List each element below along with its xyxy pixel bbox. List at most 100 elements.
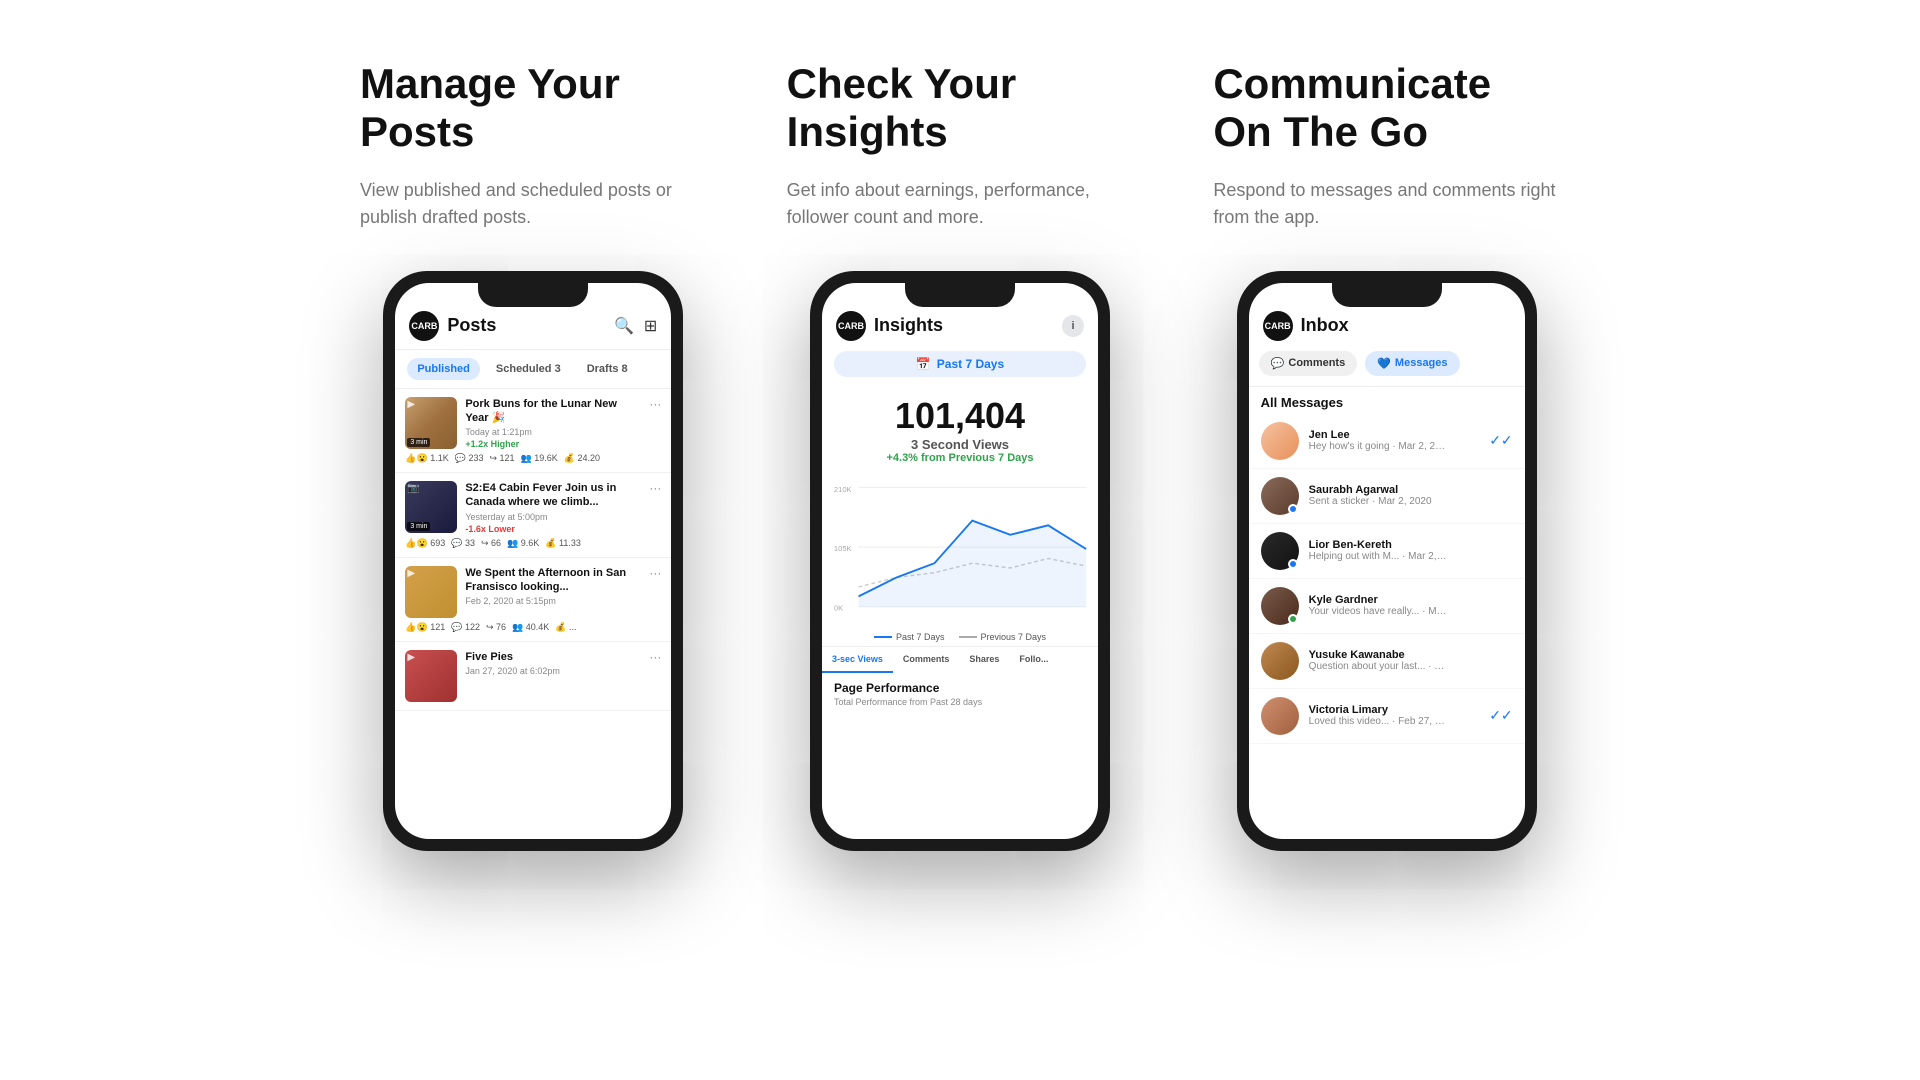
inbox-screen-title: Inbox <box>1301 315 1511 336</box>
post-item-2: 📷 3 min S2:E4 Cabin Fever Join us in Can… <box>395 473 671 558</box>
message-content-6: Victoria Limary Loved this video... · Fe… <box>1309 704 1480 727</box>
post-item-1: ▶ 3 min Pork Buns for the Lunar New Year… <box>395 389 671 474</box>
message-item-2[interactable]: Saurabh Agarwal Sent a sticker · Mar 2, … <box>1249 469 1525 524</box>
date-filter-label: Past 7 Days <box>937 357 1004 371</box>
message-item-5[interactable]: Yusuke Kawanabe Question about your last… <box>1249 634 1525 689</box>
video-icon-2: 📷 <box>407 483 419 494</box>
column-communicate: Communicate On The Go Respond to message… <box>1173 60 1600 851</box>
message-item-3[interactable]: Lior Ben-Kereth Helping out with M... · … <box>1249 524 1525 579</box>
message-content-2: Saurabh Agarwal Sent a sticker · Mar 2, … <box>1309 484 1513 507</box>
posts-tabs: Published Scheduled 3 Drafts 8 <box>395 350 671 389</box>
metric-change: +4.3% from Previous 7 Days <box>822 452 1098 464</box>
post-perf-2: -1.6x Lower <box>465 524 641 534</box>
search-icon[interactable]: 🔍 <box>614 316 634 336</box>
column-manage-posts: Manage Your Posts View published and sch… <box>320 60 747 851</box>
svg-text:210K: 210K <box>834 485 852 494</box>
ins-tab-shares[interactable]: Shares <box>959 647 1009 673</box>
message-item-6[interactable]: Victoria Limary Loved this video... · Fe… <box>1249 689 1525 744</box>
tab-scheduled[interactable]: Scheduled 3 <box>486 358 571 380</box>
post-item-4: ▶ Five Pies Jan 27, 2020 at 6:02pm ··· <box>395 642 671 711</box>
inbox-tab-messages[interactable]: 💙 Messages <box>1365 351 1459 376</box>
message-name-5: Yusuke Kawanabe <box>1309 649 1513 661</box>
posts-phone-frame: CARB Posts 🔍 ⊞ Published Scheduled 3 Dra… <box>383 271 683 851</box>
message-item-4[interactable]: Kyle Gardner Your videos have really... … <box>1249 579 1525 634</box>
insights-screen-title: Insights <box>874 315 1062 336</box>
chart-legend: Past 7 Days Previous 7 Days <box>822 628 1098 646</box>
post-thumb-4: ▶ <box>405 650 457 702</box>
posts-phone-notch <box>478 283 588 307</box>
avatar-lior <box>1261 532 1299 570</box>
message-preview-6: Loved this video... · Feb 27, 2020 <box>1309 716 1449 727</box>
stat-comments-1: 💬 233 <box>455 453 484 464</box>
inbox-tab-comments[interactable]: 💬 Comments <box>1259 351 1358 376</box>
post-title-2: S2:E4 Cabin Fever Join us in Canada wher… <box>465 481 641 510</box>
post-row1-4: ▶ Five Pies Jan 27, 2020 at 6:02pm ··· <box>405 650 661 702</box>
video-icon-4: ▶ <box>407 652 415 663</box>
avatar-yusuke <box>1261 642 1299 680</box>
legend-prev7: Previous 7 Days <box>959 632 1047 642</box>
post-date-2: Yesterday at 5:00pm <box>465 512 641 522</box>
stat-shares-2: ↪ 66 <box>481 538 501 549</box>
stat-earn-3: 💰 ... <box>555 622 576 633</box>
avatar-kyle <box>1261 587 1299 625</box>
text-section-manage-posts: Manage Your Posts View published and sch… <box>360 60 707 231</box>
message-preview-5: Question about your last... · Mar 1, 202… <box>1309 661 1449 672</box>
feature-title-insights: Check Your Insights <box>787 60 1134 157</box>
post-more-2[interactable]: ··· <box>649 481 661 495</box>
legend-line-prev7 <box>959 636 977 638</box>
posts-header-icons: 🔍 ⊞ <box>614 316 657 336</box>
post-row1-3: ▶ We Spent the Afternoon in San Fransisc… <box>405 566 661 618</box>
message-name-4: Kyle Gardner <box>1309 594 1513 606</box>
message-content-1: Jen Lee Hey how's it going · Mar 2, 2020 <box>1309 429 1480 452</box>
post-perf-1: +1.2x Higher <box>465 439 641 449</box>
unread-dot-2 <box>1288 504 1298 514</box>
post-thumb-1: ▶ 3 min <box>405 397 457 449</box>
avatar-jen-lee <box>1261 422 1299 460</box>
unread-dot-3 <box>1288 559 1298 569</box>
stat-reactions-3: 👍😮 121 <box>405 622 445 633</box>
stat-reach-2: 👥 9.6K <box>507 538 539 549</box>
inbox-phone-notch <box>1332 283 1442 307</box>
stat-reach-3: 👥 40.4K <box>512 622 549 633</box>
tab-drafts[interactable]: Drafts 8 <box>577 358 638 380</box>
post-more-4[interactable]: ··· <box>649 650 661 664</box>
legend-label-past7: Past 7 Days <box>896 632 945 642</box>
text-section-insights: Check Your Insights Get info about earni… <box>787 60 1134 231</box>
post-thumb-3: ▶ <box>405 566 457 618</box>
avatar-saurabh <box>1261 477 1299 515</box>
svg-text:105K: 105K <box>834 543 852 552</box>
info-button[interactable]: i <box>1062 315 1084 337</box>
filter-icon[interactable]: ⊞ <box>644 316 657 336</box>
svg-text:0K: 0K <box>834 603 843 612</box>
message-item-1[interactable]: Jen Lee Hey how's it going · Mar 2, 2020… <box>1249 414 1525 469</box>
ins-tab-views[interactable]: 3-sec Views <box>822 647 893 673</box>
feature-title-communicate: Communicate On The Go <box>1213 60 1560 157</box>
posts-screen-title: Posts <box>447 315 614 336</box>
inbox-tab-comments-label: Comments <box>1288 357 1345 369</box>
post-content-3: We Spent the Afternoon in San Fransisco … <box>465 566 641 609</box>
post-stats-3: 👍😮 121 💬 122 ↪ 76 👥 40.4K 💰 ... <box>405 622 661 633</box>
stat-earn-2: 💰 11.33 <box>545 538 581 549</box>
post-date-1: Today at 1:21pm <box>465 427 641 437</box>
comments-icon: 💬 <box>1271 357 1285 370</box>
legend-label-prev7: Previous 7 Days <box>981 632 1047 642</box>
inbox-phone-screen: CARB Inbox 💬 Comments 💙 Messages <box>1249 283 1525 839</box>
message-name-1: Jen Lee <box>1309 429 1480 441</box>
post-more-1[interactable]: ··· <box>649 397 661 411</box>
post-date-4: Jan 27, 2020 at 6:02pm <box>465 666 641 676</box>
inbox-tab-messages-label: Messages <box>1395 357 1448 369</box>
post-stats-1: 👍😮 1.1K 💬 233 ↪ 121 👥 19.6K 💰 24.20 <box>405 453 661 464</box>
all-messages-label: All Messages <box>1249 387 1525 414</box>
tab-published[interactable]: Published <box>407 358 480 380</box>
post-more-3[interactable]: ··· <box>649 566 661 580</box>
post-title-3: We Spent the Afternoon in San Fransisco … <box>465 566 641 595</box>
message-preview-4: Your videos have really... · Mar 1, 2020 <box>1309 606 1449 617</box>
ins-tab-comments[interactable]: Comments <box>893 647 960 673</box>
date-filter[interactable]: 📅 Past 7 Days <box>834 351 1086 377</box>
metric-label: 3 Second Views <box>822 437 1098 452</box>
post-duration-1: 3 min <box>407 438 430 447</box>
ins-tab-followers[interactable]: Follo... <box>1009 647 1058 673</box>
post-stats-2: 👍😮 693 💬 33 ↪ 66 👥 9.6K 💰 11.33 <box>405 538 661 549</box>
big-number: 101,404 <box>822 395 1098 437</box>
inbox-phone-frame: CARB Inbox 💬 Comments 💙 Messages <box>1237 271 1537 851</box>
